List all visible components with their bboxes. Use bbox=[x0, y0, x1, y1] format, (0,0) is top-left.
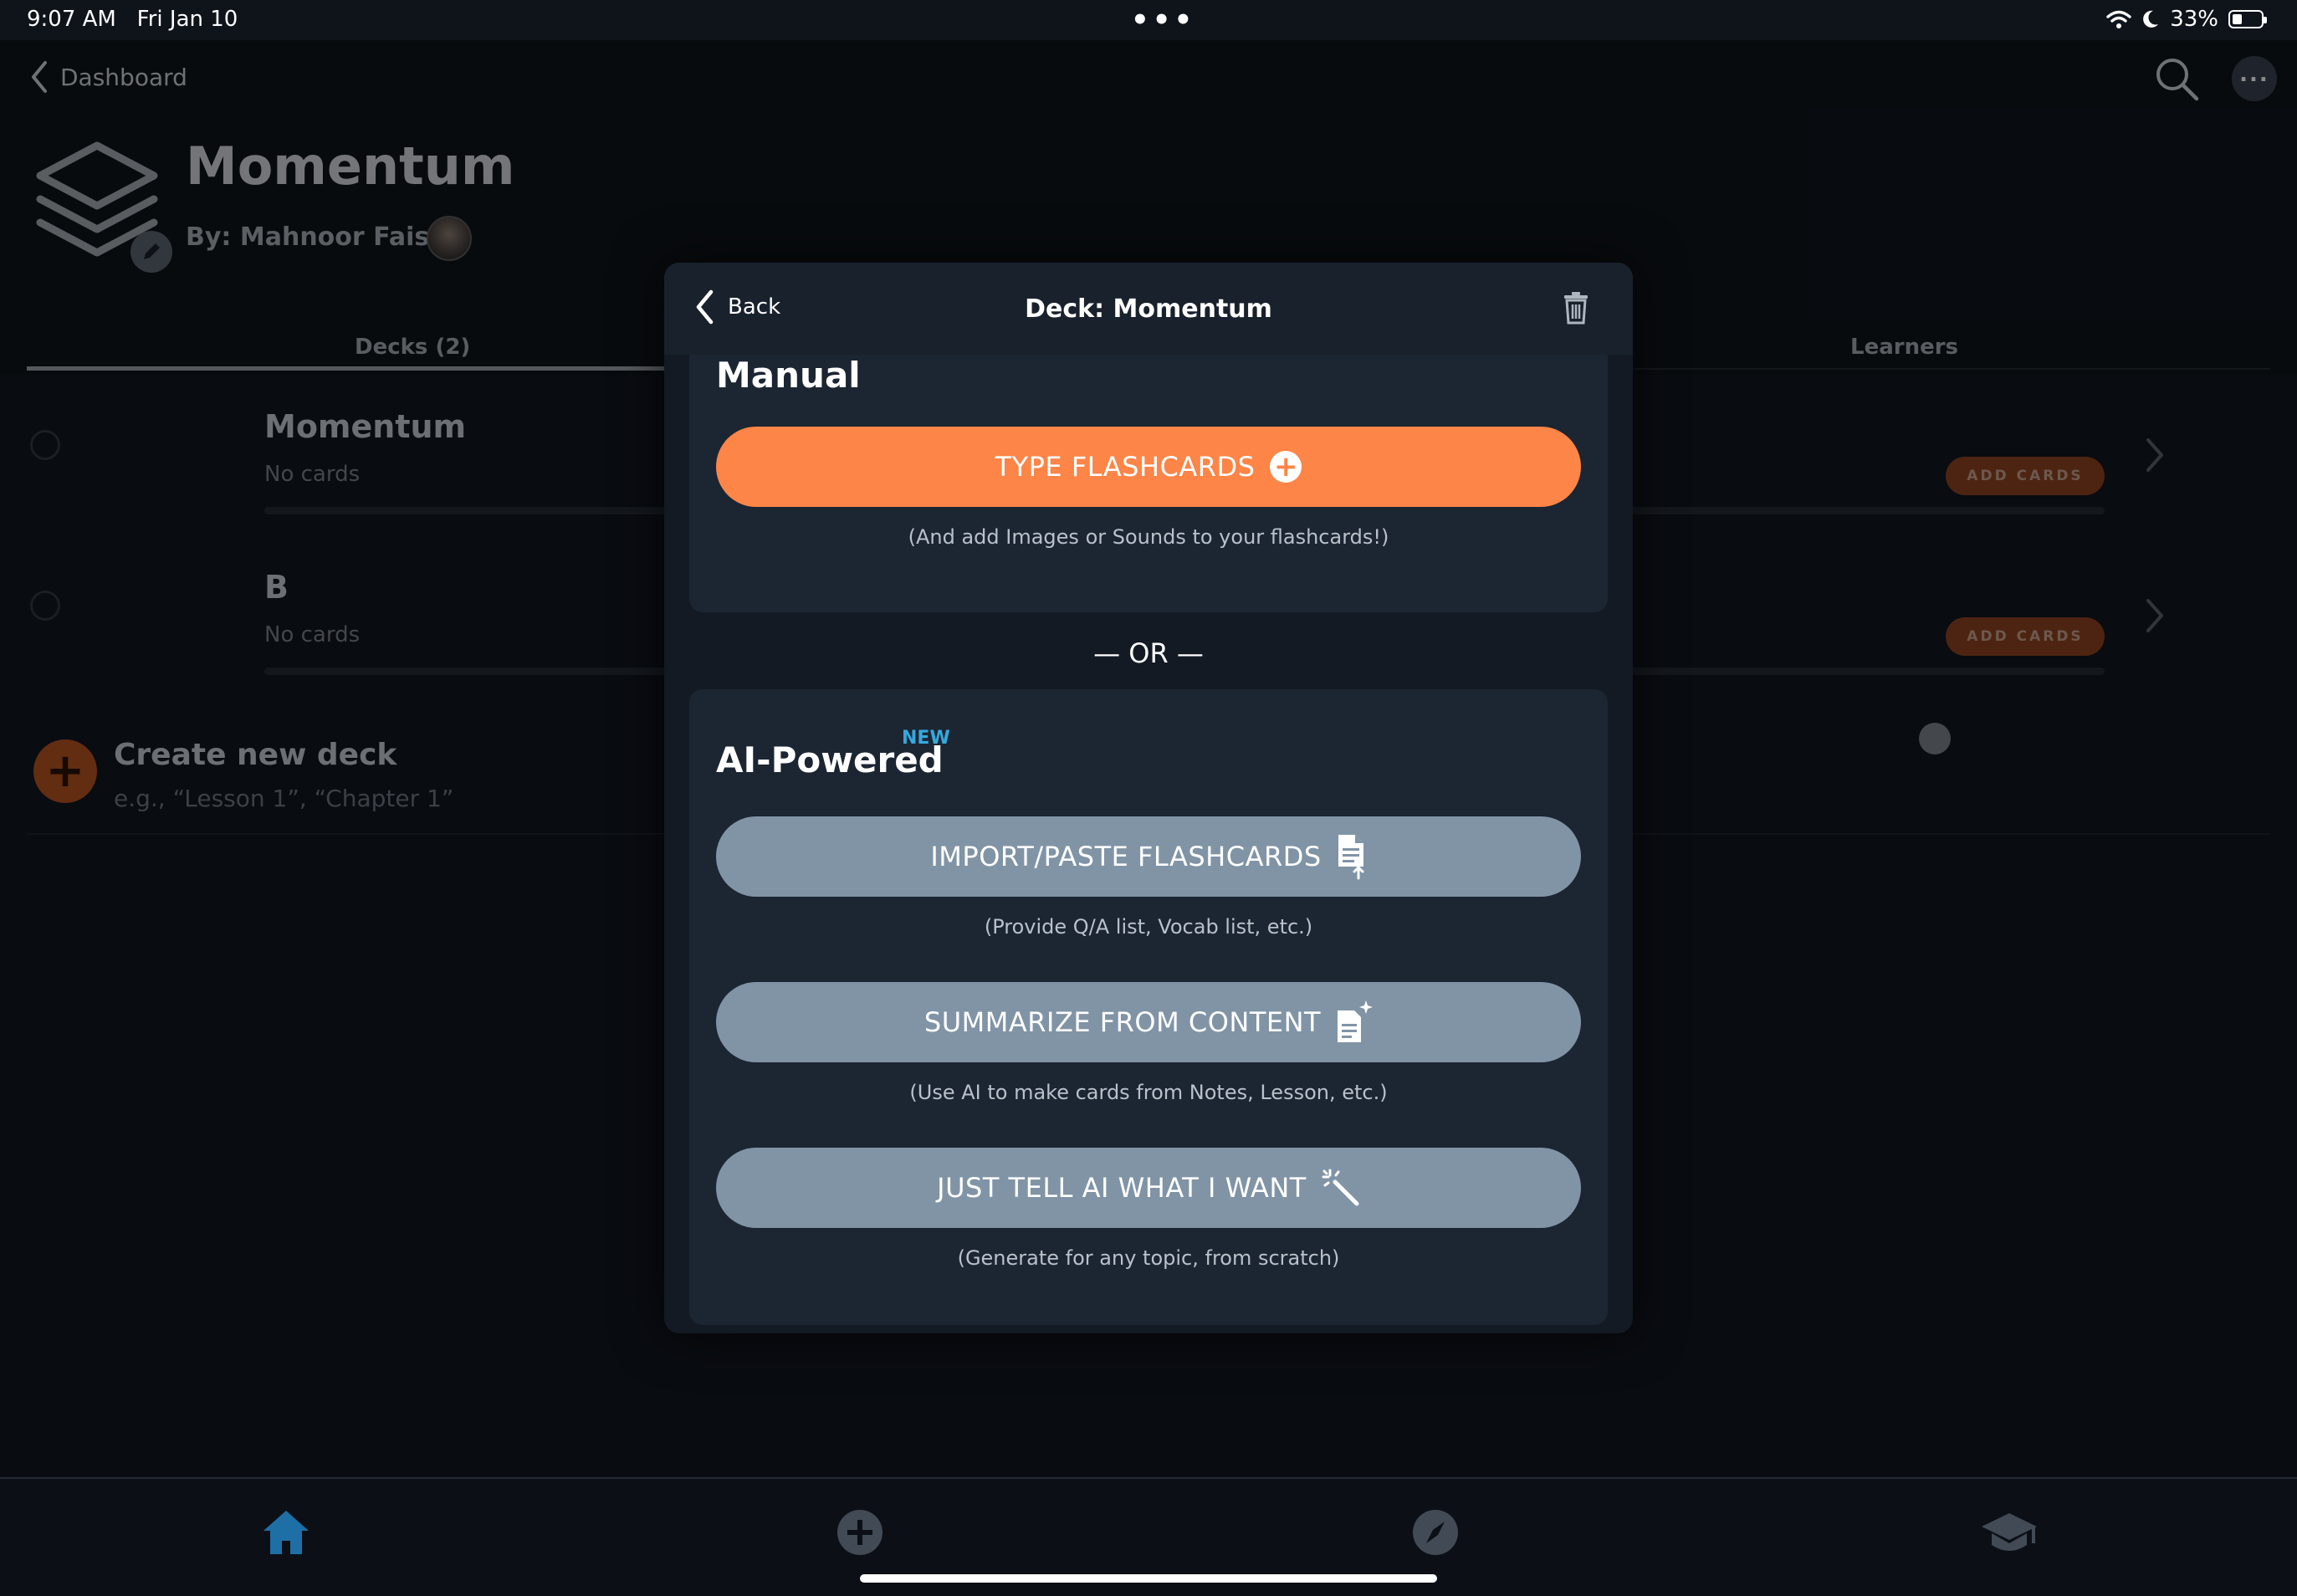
status-indicators: 33% bbox=[2106, 7, 2267, 32]
battery-icon bbox=[2228, 10, 2267, 28]
type-flashcards-button[interactable]: TYPE FLASHCARDS + bbox=[716, 427, 1581, 507]
document-import-icon bbox=[1338, 835, 1364, 880]
home-indicator[interactable] bbox=[860, 1574, 1437, 1583]
summarize-from-content-button[interactable]: SUMMARIZE FROM CONTENT bbox=[716, 982, 1581, 1062]
status-time: 9:07 AM Fri Jan 10 bbox=[27, 7, 238, 32]
magic-wand-icon bbox=[1322, 1169, 1359, 1206]
modal-header: Back Deck: Momentum bbox=[664, 263, 1633, 355]
home-icon bbox=[263, 1511, 309, 1554]
import-paste-flashcards-button[interactable]: IMPORT/PASTE FLASHCARDS bbox=[716, 816, 1581, 897]
type-flashcards-hint: (And add Images or Sounds to your flashc… bbox=[908, 525, 1389, 549]
learn-icon bbox=[1982, 1513, 2037, 1551]
learn-tab[interactable] bbox=[1979, 1502, 2039, 1563]
type-flashcards-label: TYPE FLASHCARDS bbox=[995, 451, 1256, 483]
just-tell-ai-button[interactable]: JUST TELL AI WHAT I WANT bbox=[716, 1148, 1581, 1228]
moon-icon bbox=[2143, 10, 2159, 28]
multitasking-dots[interactable]: ••• bbox=[1131, 3, 1195, 37]
modal-title: Deck: Momentum bbox=[1025, 294, 1272, 324]
summarize-hint: (Use AI to make cards from Notes, Lesson… bbox=[909, 1081, 1388, 1104]
add-icon bbox=[837, 1510, 882, 1555]
import-paste-hint: (Provide Q/A list, Vocab list, etc.) bbox=[984, 915, 1313, 939]
explore-icon bbox=[1413, 1510, 1458, 1555]
status-clock: 9:07 AM bbox=[27, 7, 116, 32]
add-tab[interactable] bbox=[830, 1502, 890, 1563]
explore-tab[interactable] bbox=[1405, 1502, 1466, 1563]
or-separator: — OR — bbox=[1093, 637, 1204, 669]
battery-percent: 33% bbox=[2170, 7, 2218, 32]
ai-powered-section: AI-Powered NEW IMPORT/PASTE FLASHCARDS (… bbox=[689, 689, 1608, 1325]
just-tell-ai-hint: (Generate for any topic, from scratch) bbox=[957, 1246, 1340, 1270]
manual-section: Manual TYPE FLASHCARDS + (And add Images… bbox=[689, 355, 1608, 612]
status-bar: 9:07 AM Fri Jan 10 ••• 33% bbox=[0, 0, 2297, 40]
new-badge: NEW bbox=[902, 728, 950, 749]
just-tell-ai-label: JUST TELL AI WHAT I WANT bbox=[937, 1172, 1307, 1204]
document-sparkle-icon bbox=[1338, 1000, 1374, 1042]
manual-heading: Manual bbox=[716, 355, 861, 396]
summarize-label: SUMMARIZE FROM CONTENT bbox=[923, 1006, 1322, 1038]
home-tab[interactable] bbox=[256, 1502, 316, 1563]
wifi-icon bbox=[2106, 10, 2131, 28]
status-date: Fri Jan 10 bbox=[136, 7, 238, 32]
add-cards-modal: Back Deck: Momentum Manual TYPE FLASHCAR… bbox=[664, 263, 1633, 1333]
battery-level bbox=[2233, 14, 2242, 24]
import-paste-label: IMPORT/PASTE FLASHCARDS bbox=[930, 841, 1322, 872]
plus-circle-icon: + bbox=[1270, 451, 1302, 483]
trash-icon[interactable] bbox=[1563, 291, 1589, 325]
